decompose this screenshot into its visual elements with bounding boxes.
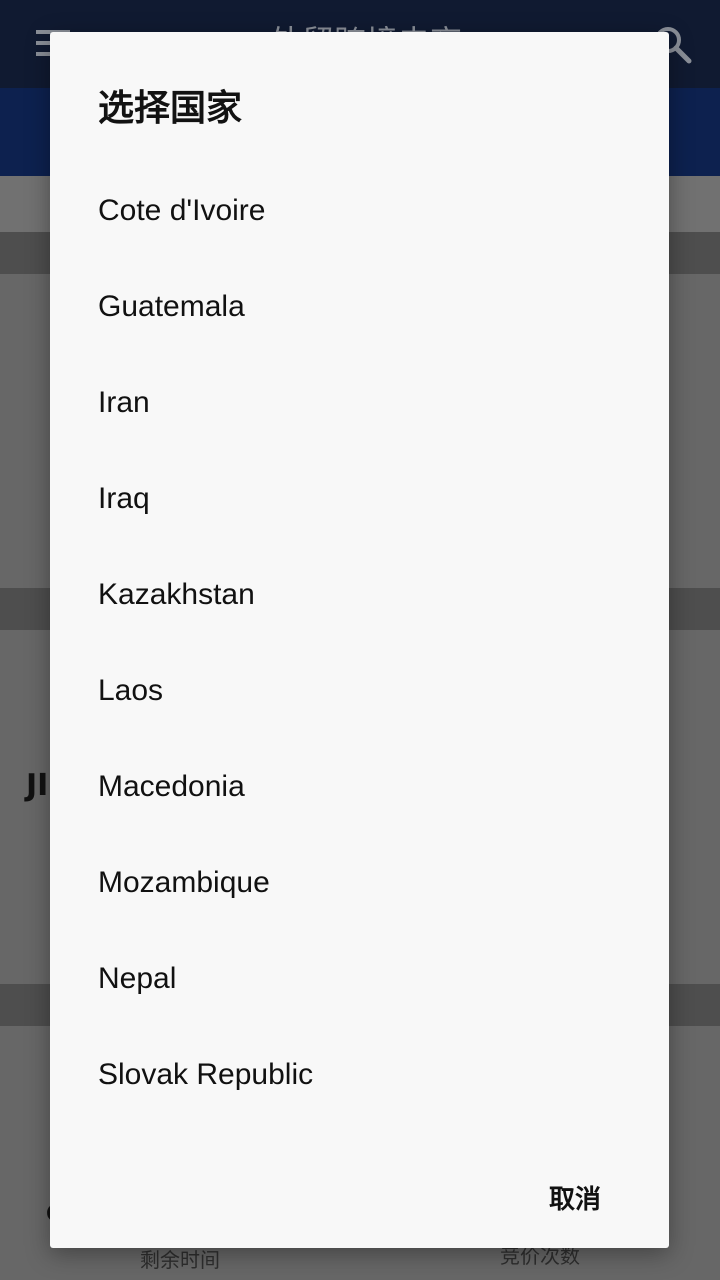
country-item[interactable]: Iran [50,355,669,451]
dialog-title: 选择国家 [98,88,243,129]
country-item[interactable]: Nepal [50,931,669,1027]
country-item[interactable]: Slovak Republic [50,1027,669,1123]
country-label: Laos [98,674,164,707]
country-label: Slovak Republic [98,1058,314,1091]
country-item[interactable]: Mozambique [50,835,669,931]
cancel-button[interactable]: 取消 [533,1174,617,1226]
country-label: Iraq [98,482,150,515]
country-label: Mozambique [98,866,270,899]
card-text: JI [26,768,49,803]
country-label: Macedonia [98,770,245,803]
country-item[interactable]: Cote d'Ivoire [50,163,669,259]
country-item[interactable]: Laos [50,643,669,739]
country-item[interactable]: Iraq [50,451,669,547]
country-label: Nepal [98,962,177,995]
country-item[interactable]: Guatemala [50,259,669,355]
country-label: Iran [98,386,150,419]
time-left-label: 剩余时间 [140,1248,220,1272]
country-label: Guatemala [98,290,245,323]
country-label: Kazakhstan [98,578,255,611]
country-label: Cote d'Ivoire [98,194,266,227]
country-picker-dialog: 选择国家 Cote d'Ivoire Guatemala Iran Iraq K… [50,32,669,1248]
country-item[interactable]: Kazakhstan [50,547,669,643]
country-item[interactable]: Macedonia [50,739,669,835]
